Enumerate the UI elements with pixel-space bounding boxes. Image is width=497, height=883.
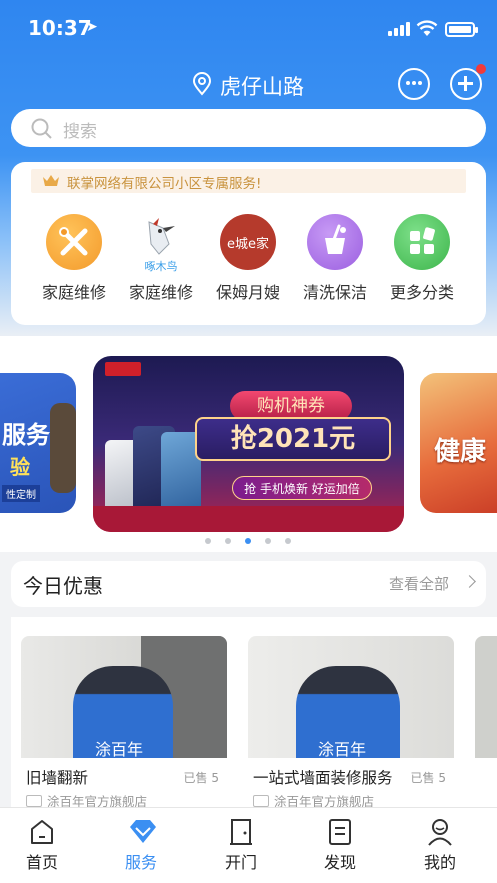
tab-open-door[interactable]: 开门 — [206, 818, 276, 873]
service-label: 保姆月嫂 — [215, 283, 280, 302]
banner-prev-text-2: 验 — [10, 455, 30, 479]
banner-headline-2: 抢2021元 — [195, 417, 391, 461]
banner-prev-slide[interactable]: 服务 验 性定制 — [0, 373, 76, 513]
banner-carousel[interactable]: 服务 验 性定制 购机神券 抢2021元 抢 手机焕新 好运加倍 健康 — [0, 336, 497, 552]
tab-mine[interactable]: 我的 — [405, 818, 475, 873]
banner-subline: 抢 手机焕新 好运加倍 — [232, 476, 372, 500]
tab-label: 发现 — [323, 853, 356, 872]
painter-figure — [50, 403, 76, 493]
status-time: 10:37 — [28, 16, 92, 40]
carousel-dot-active[interactable] — [245, 538, 251, 544]
carousel-dot[interactable] — [285, 538, 291, 544]
carousel-dot[interactable] — [205, 538, 211, 544]
tab-label: 首页 — [25, 853, 58, 872]
ecity-home-logo-icon: e城e家 — [220, 214, 276, 270]
service-more-categories[interactable]: 更多分类 — [378, 214, 466, 303]
red-carpet-stage — [93, 506, 404, 532]
tab-discover[interactable]: 发现 — [305, 818, 375, 873]
see-all-link[interactable]: 查看全部 — [389, 573, 449, 594]
location-name[interactable]: 虎仔山路 — [220, 71, 304, 101]
carousel-dot[interactable] — [225, 538, 231, 544]
wrench-screwdriver-icon — [46, 214, 102, 270]
location-pin-icon[interactable] — [192, 72, 212, 100]
product-shop-name: 涂百年官方旗舰店 — [274, 794, 375, 807]
tab-bar: 首页 服务 开门 发现 我的 — [0, 807, 497, 883]
crown-icon — [42, 173, 60, 192]
ecity-logo-text: e城e家 — [227, 237, 269, 252]
wifi-icon — [416, 20, 438, 41]
location-arrow-icon: ➤ — [86, 19, 98, 35]
product-shop[interactable]: 涂百年官方旗舰店 — [26, 791, 147, 807]
cleaning-bucket-icon — [307, 214, 363, 270]
product-brand-text: 涂百年 — [318, 740, 367, 758]
diamond-icon — [128, 818, 156, 846]
tab-label: 我的 — [423, 853, 456, 872]
tab-service[interactable]: 服务 — [106, 818, 176, 873]
service-woodpecker-repair[interactable]: 啄木鸟 家庭维修 — [117, 214, 205, 303]
home-icon — [29, 818, 55, 846]
service-label: 家庭维修 — [128, 283, 193, 302]
shop-icon — [26, 795, 42, 807]
product-shop-name: 涂百年官方旗舰店 — [47, 794, 148, 807]
document-icon — [327, 818, 353, 846]
banner-prev-text: 服务 — [2, 421, 50, 449]
product-shop[interactable]: 涂百年官方旗舰店 — [253, 791, 374, 807]
product-image: 涂百年 — [248, 636, 454, 758]
cellular-signal-icon — [388, 22, 410, 36]
community-notice: 联掌网络有限公司小区专属服务! — [31, 169, 466, 193]
shop-icon — [253, 795, 269, 807]
search-placeholder: 搜索 — [63, 122, 97, 142]
service-label: 更多分类 — [389, 283, 454, 302]
service-card: 联掌网络有限公司小区专属服务! 家庭维修 啄木鸟 家庭维修 e城e家 保姆月嫂 … — [11, 162, 486, 325]
jd-logo — [105, 362, 141, 376]
service-nanny[interactable]: e城e家 保姆月嫂 — [204, 214, 292, 303]
woodpecker-logo-icon: 啄木鸟 — [133, 214, 189, 273]
title-bar: 虎仔山路 — [0, 62, 497, 108]
carousel-indicator — [0, 538, 497, 546]
product-image: 涂百年 — [21, 636, 227, 758]
service-cleaning[interactable]: 清洗保洁 — [291, 214, 379, 303]
notification-badge — [476, 64, 486, 74]
product-card-partial[interactable] — [475, 636, 497, 758]
woodpecker-logo-text: 啄木鸟 — [144, 260, 178, 273]
chevron-right-icon[interactable] — [463, 575, 476, 588]
door-icon — [228, 818, 254, 846]
tab-home[interactable]: 首页 — [7, 818, 77, 873]
deals-header: 今日优惠 查看全部 — [11, 561, 486, 607]
deals-title: 今日优惠 — [23, 574, 103, 598]
carousel-dot[interactable] — [265, 538, 271, 544]
banner-next-text: 健康 — [434, 437, 487, 467]
notice-text: 联掌网络有限公司小区专属服务! — [67, 176, 262, 192]
battery-icon — [445, 22, 478, 37]
tab-label: 服务 — [124, 853, 157, 872]
product-image — [475, 636, 497, 758]
search-bar[interactable]: 搜索 — [11, 109, 486, 147]
product-name: 一站式墙面装修服务 — [253, 769, 393, 787]
search-icon — [31, 118, 53, 144]
product-list: 涂百年 旧墙翻新 已售 5 涂百年官方旗舰店 涂百年 一站式墙面装修服务 已售 … — [11, 617, 497, 807]
grid-more-icon — [394, 214, 450, 270]
profile-icon — [427, 818, 453, 846]
product-card[interactable]: 涂百年 一站式墙面装修服务 已售 5 涂百年官方旗舰店 — [248, 636, 454, 807]
product-sold-count: 已售 5 — [183, 771, 219, 785]
banner-next-slide[interactable]: 健康 — [420, 373, 497, 513]
message-button[interactable] — [398, 68, 430, 100]
status-bar: 10:37 ➤ — [0, 0, 497, 56]
product-brand-text: 涂百年 — [95, 740, 144, 758]
product-sold-count: 已售 5 — [410, 771, 446, 785]
service-label: 清洗保洁 — [302, 283, 367, 302]
service-label: 家庭维修 — [41, 283, 106, 302]
product-card[interactable]: 涂百年 旧墙翻新 已售 5 涂百年官方旗舰店 — [21, 636, 227, 807]
tab-label: 开门 — [224, 853, 257, 872]
service-home-repair[interactable]: 家庭维修 — [30, 214, 118, 303]
banner-prev-text-3: 性定制 — [2, 485, 40, 502]
product-name: 旧墙翻新 — [26, 769, 89, 787]
